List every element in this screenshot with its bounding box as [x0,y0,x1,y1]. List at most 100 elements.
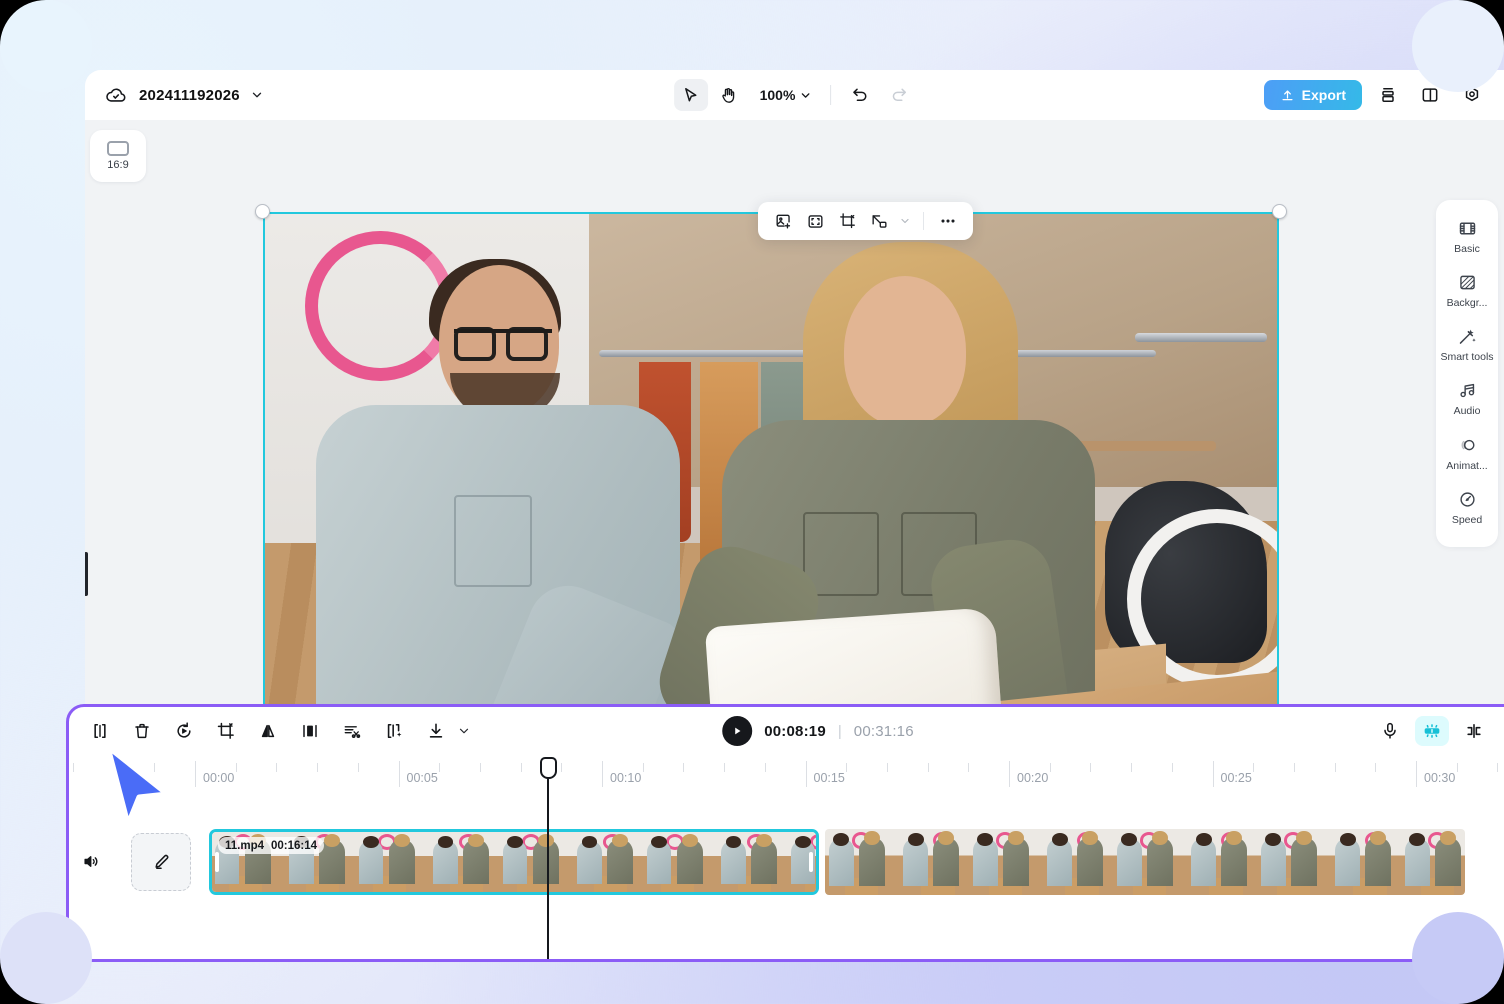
playhead-handle[interactable] [540,757,557,779]
resize-handle-top-left[interactable] [255,204,270,219]
delete-button[interactable] [127,716,157,746]
more-options-button[interactable] [933,206,963,236]
cut-silence-button[interactable] [337,716,367,746]
pip-dropdown-chevron[interactable] [896,215,914,227]
timeline-playhead[interactable] [540,757,557,779]
ruler-minor-tick [521,763,522,772]
zoom-out-button[interactable] [1499,716,1504,746]
video-preview-container [263,212,1279,770]
crop-magic-button[interactable] [211,716,241,746]
download-button[interactable] [421,716,451,746]
layers-button[interactable] [1372,79,1404,111]
play-button[interactable] [722,716,752,746]
ruler-minor-tick [439,763,440,772]
ruler-major-tick [1009,761,1010,787]
panel-item-label: Basic [1454,243,1480,256]
ruler-minor-tick [317,763,318,772]
ai-sparkle-icon [1421,720,1443,742]
resize-handle-top-right[interactable] [1272,204,1287,219]
top-toolbar: 202411192026 100% [85,70,1504,120]
ruler-major-tick [195,761,196,787]
ruler-time-label: 00:00 [203,771,234,785]
page-corner-top-left [0,0,46,46]
ruler-major-tick [1416,761,1417,787]
split-button[interactable] [85,716,115,746]
crop-button[interactable] [832,206,862,236]
clip-duration: 00:16:14 [271,840,317,852]
ruler-major-tick [806,761,807,787]
panel-item-audio[interactable]: Audio [1436,372,1498,426]
page-corner-bottom-left [0,958,46,1004]
cloud-check-icon [103,82,129,108]
fit-frame-button[interactable] [800,206,830,236]
left-scrollbar-handle[interactable] [85,552,88,596]
ruler-minor-tick [1090,763,1091,772]
canvas-tools-group: 100% [674,79,916,111]
ruler-minor-tick [358,763,359,772]
fit-timeline-button[interactable] [1459,716,1489,746]
ruler-minor-tick [1050,763,1051,772]
export-button[interactable]: Export [1264,80,1362,110]
ai-highlight-button[interactable] [1415,716,1449,746]
panel-item-basic[interactable]: Basic [1436,210,1498,264]
timeline-tools-group [69,716,471,746]
panel-item-animation[interactable]: Animat... [1436,427,1498,481]
ruler-minor-tick [236,763,237,772]
timeline-track-row: 11.mp4 00:16:14 [69,827,1504,897]
zoom-level-value: 100% [760,87,796,103]
ruler-minor-tick [276,763,277,772]
ruler-minor-tick [765,763,766,772]
magic-wand-icon [1457,326,1478,347]
canvas-area: 16:9 [85,120,1504,770]
picture-in-picture-button[interactable] [864,206,894,236]
select-tool[interactable] [674,79,708,111]
download-chevron[interactable] [457,724,471,738]
replay-button[interactable] [169,716,199,746]
panel-item-label: Speed [1452,514,1482,527]
auto-split-button[interactable] [379,716,409,746]
add-media-button[interactable] [768,206,798,236]
microphone-button[interactable] [1375,716,1405,746]
edit-track-button[interactable] [131,833,191,891]
clip-thumbnail-frame [897,829,969,895]
undo-button[interactable] [843,79,877,111]
clip-thumbnail-frame [356,832,428,892]
clip-thumbnail-frame [572,832,644,892]
ruler-minor-tick [887,763,888,772]
clip-thumbnail-frame [1113,829,1185,895]
clip-thumbnail-frame [428,832,500,892]
aspect-ratio-badge[interactable]: 16:9 [90,130,146,182]
split-screen-button[interactable] [295,716,325,746]
panel-item-background[interactable]: Backgr... [1436,264,1498,318]
ruler-minor-tick [928,763,929,772]
ruler-minor-tick [1294,763,1295,772]
time-separator: | [838,723,842,740]
speaker-volume-icon [82,852,101,871]
redo-button[interactable] [881,79,915,111]
ruler-minor-tick [683,763,684,772]
clip-thumbnail-frame [969,829,1041,895]
ruler-time-label: 00:20 [1017,771,1048,785]
clip-thumbnail-frame [788,832,819,892]
timeline-clip-second[interactable] [825,829,1465,895]
clip-trim-handle-left[interactable] [215,852,219,872]
ruler-minor-tick [73,763,74,772]
ruler-minor-tick [1335,763,1336,772]
ruler-minor-tick [561,763,562,772]
mirror-button[interactable] [253,716,283,746]
panel-item-smart-tools[interactable]: Smart tools [1436,318,1498,372]
video-preview-frame[interactable] [263,212,1279,770]
clip-trim-handle-right[interactable] [809,852,813,872]
ruler-major-tick [399,761,400,787]
clip-thumbnail-frame [500,832,572,892]
panel-item-speed[interactable]: Speed [1436,481,1498,535]
volume-button[interactable] [77,847,105,875]
panel-item-label: Smart tools [1440,351,1493,364]
chevron-down-icon[interactable] [250,88,264,102]
timeline-clip-selected[interactable]: 11.mp4 00:16:14 [209,829,819,895]
hand-tool[interactable] [712,79,746,111]
ruler-minor-tick [1172,763,1173,772]
music-notes-icon [1457,380,1478,401]
zoom-level-dropdown[interactable]: 100% [750,83,819,107]
timeline-ruler[interactable]: 00:0000:0500:1000:1500:2000:2500:30 [69,755,1504,795]
